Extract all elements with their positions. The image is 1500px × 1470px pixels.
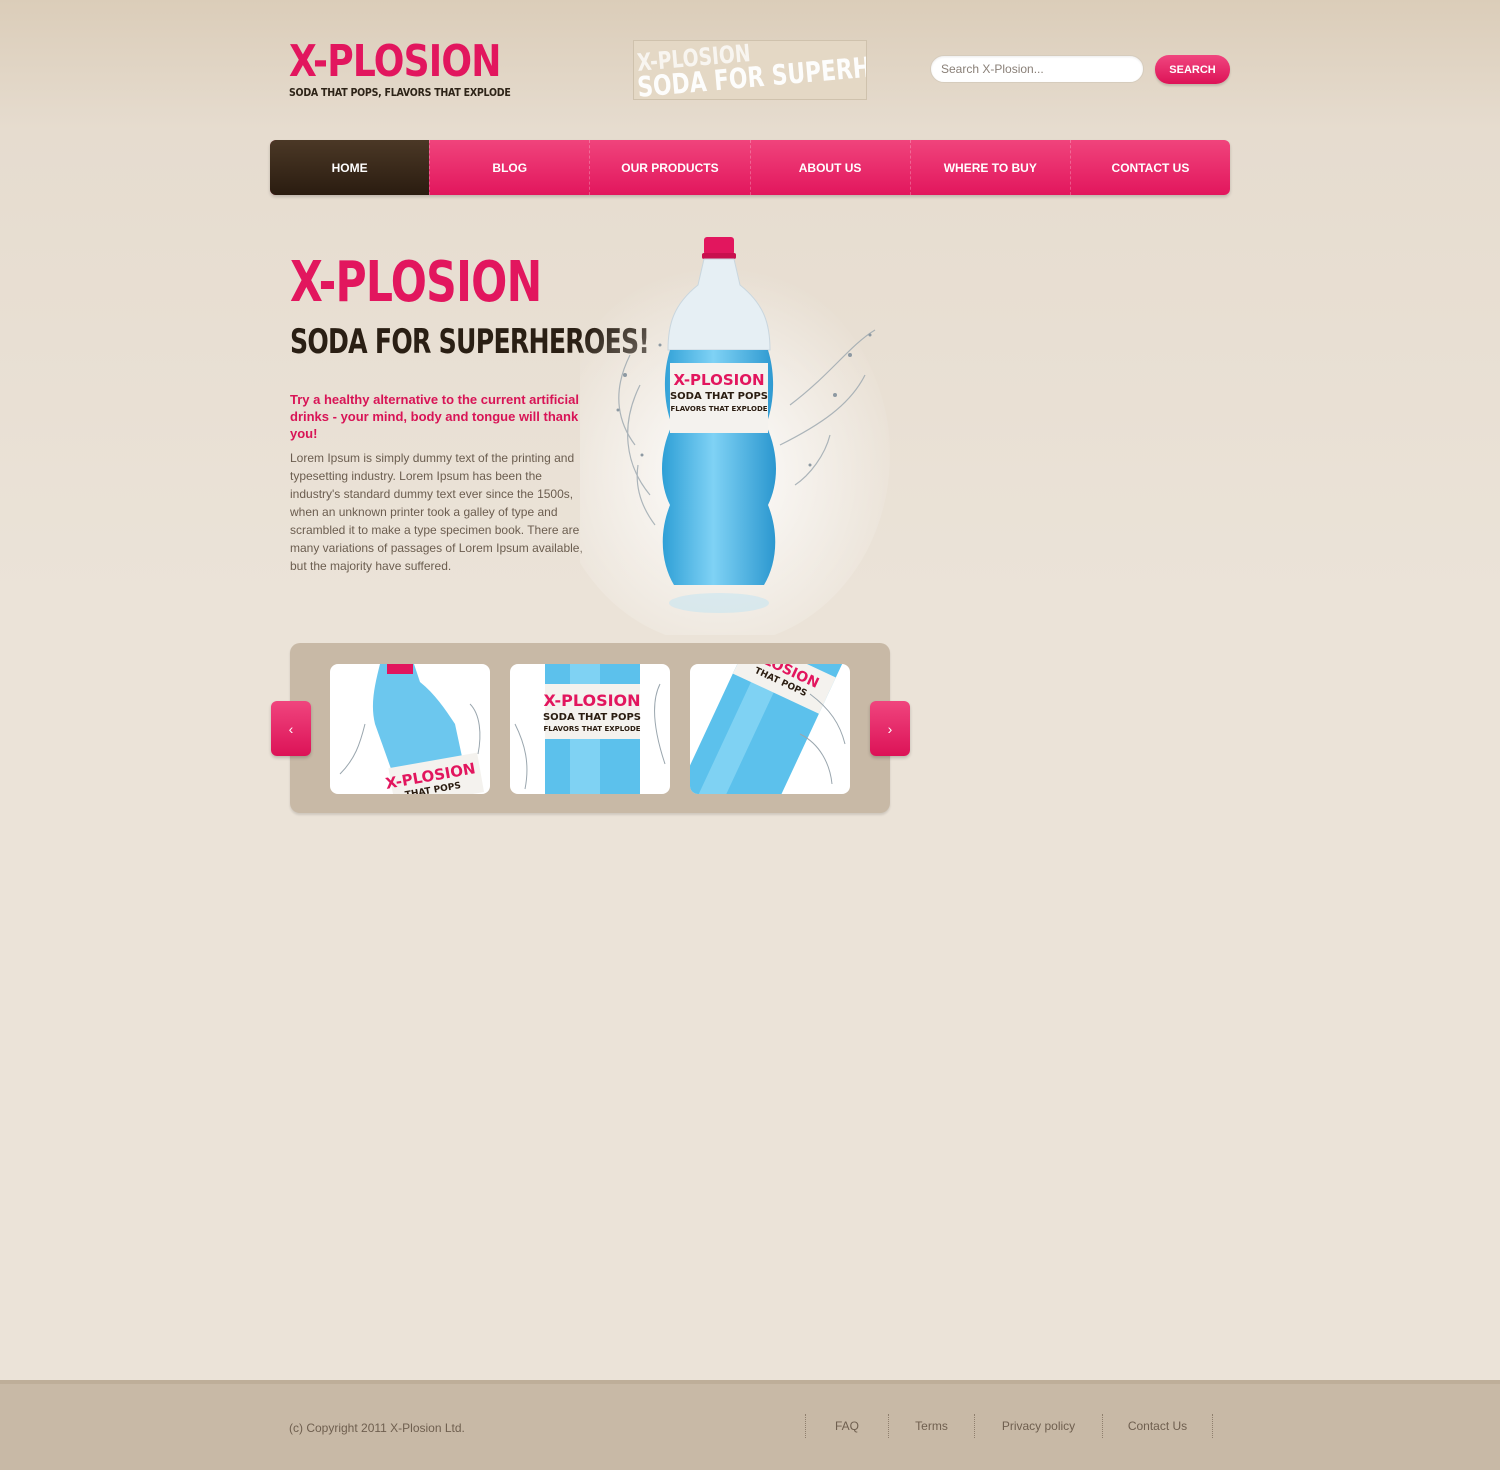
nav-item-blog[interactable]: BLOG [429, 140, 589, 195]
carousel-thumb-1[interactable]: X-PLOSION THAT POPS [330, 664, 490, 794]
bottle-label-brand: X-PLOSION [673, 371, 764, 389]
nav-item-contact-us[interactable]: CONTACT US [1069, 140, 1230, 195]
search-button[interactable]: SEARCH [1155, 55, 1230, 84]
footer-link-privacy-policy[interactable]: Privacy policy [975, 1414, 1103, 1438]
thumb-2-line-1: SODA THAT POPS [543, 712, 641, 723]
hero-title: X-PLOSION [290, 250, 542, 315]
chevron-left-icon: ‹ [288, 720, 294, 737]
thumb-2-brand: X-PLOSION [543, 691, 640, 710]
nav-item-where-to-buy[interactable]: WHERE TO BUY [909, 140, 1070, 195]
search-input[interactable] [930, 55, 1144, 83]
footer-link-faq[interactable]: FAQ [806, 1414, 889, 1438]
product-carousel: X-PLOSION THAT POPS X-PLOSION SODA THAT … [290, 643, 890, 813]
carousel-prev-button[interactable]: ‹ [271, 701, 311, 756]
bottle-label-line-2: FLAVORS THAT EXPLODE [670, 405, 767, 413]
nav-item-home[interactable]: HOME [270, 140, 430, 195]
logo-tagline: SODA THAT POPS, FLAVORS THAT EXPLODE [289, 86, 511, 99]
promo-banner[interactable]: X-PLOSION SODA FOR SUPERHEROES [633, 40, 867, 100]
hero-lead-text: Try a healthy alternative to the current… [290, 392, 579, 441]
nav-item-about-us[interactable]: ABOUT US [749, 140, 910, 195]
carousel-thumb-2[interactable]: X-PLOSION SODA THAT POPS FLAVORS THAT EX… [510, 664, 670, 794]
bottle-image: X-PLOSION SODA THAT POPS FLAVORS THAT EX… [550, 225, 910, 645]
nav-item-our-products[interactable]: OUR PRODUCTS [589, 140, 749, 195]
footer: (c) Copyright 2011 X-Plosion Ltd. FAQ Te… [0, 1380, 1500, 1470]
main-nav: HOME BLOG OUR PRODUCTS ABOUT US WHERE TO… [270, 140, 1230, 195]
footer-link-contact-us[interactable]: Contact Us [1103, 1414, 1213, 1438]
hero-body-text: Lorem Ipsum is simply dummy text of the … [290, 451, 583, 573]
footer-link-terms[interactable]: Terms [889, 1414, 975, 1438]
carousel-thumb-3[interactable]: PLOSION THAT POPS [690, 664, 850, 794]
bottle-label-line-1: SODA THAT POPS [670, 391, 768, 402]
copyright-text: (c) Copyright 2011 X-Plosion Ltd. [289, 1421, 465, 1435]
footer-links: FAQ Terms Privacy policy Contact Us [805, 1414, 1213, 1438]
chevron-right-icon: › [887, 720, 893, 737]
logo-title[interactable]: X-PLOSION [289, 36, 501, 88]
thumb-2-line-2: FLAVORS THAT EXPLODE [543, 725, 640, 733]
carousel-next-button[interactable]: › [870, 701, 910, 756]
